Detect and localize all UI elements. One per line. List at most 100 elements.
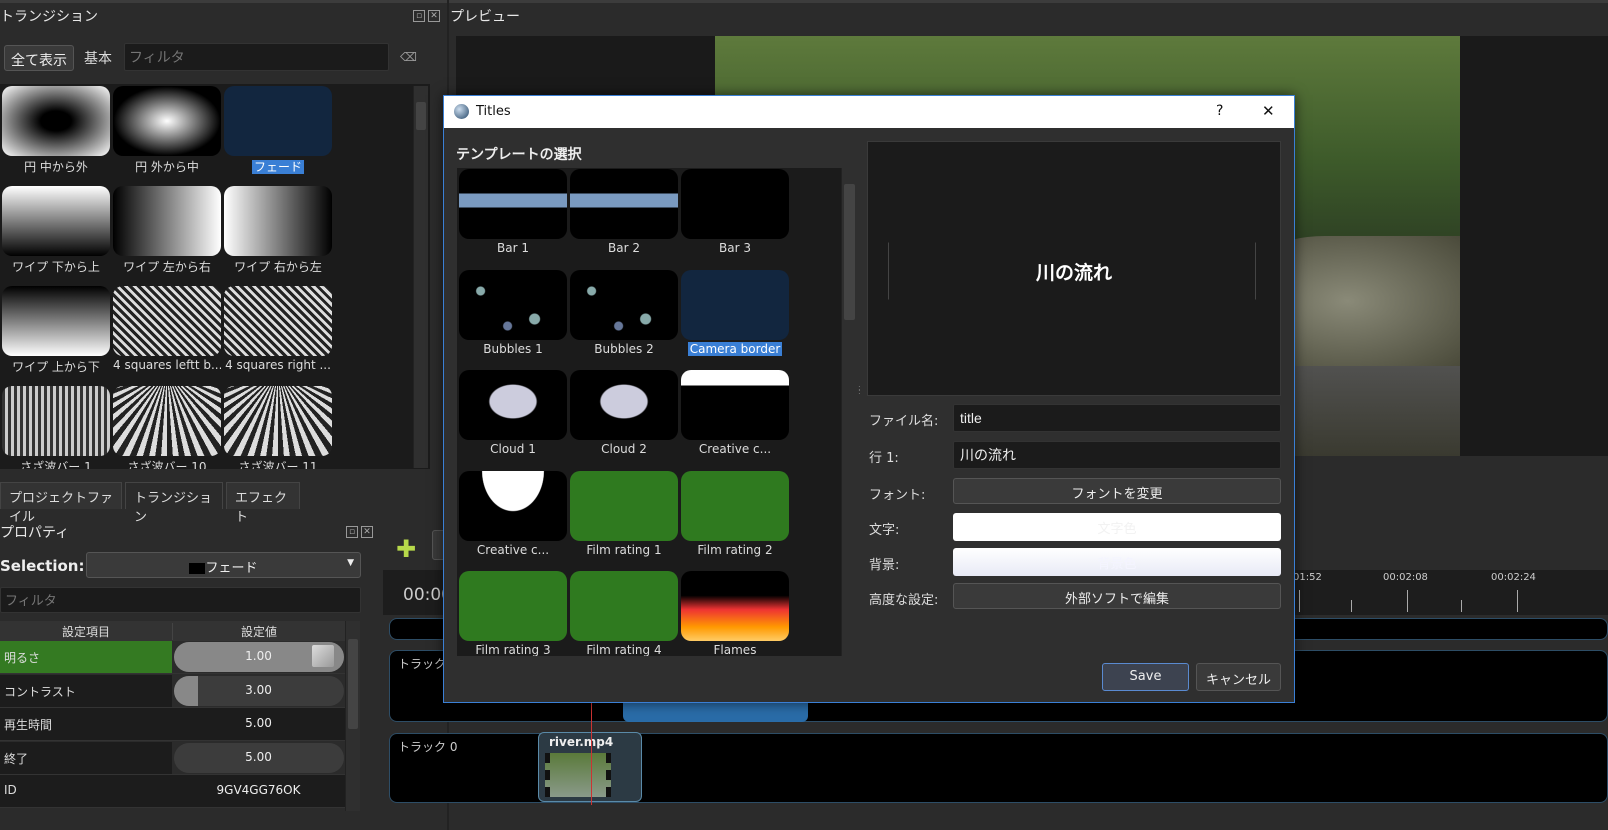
clear-filter-icon[interactable]: ⌫	[400, 50, 417, 64]
show-all-button[interactable]: 全て表示	[4, 45, 74, 71]
property-row[interactable]: コントラスト 3.00	[0, 674, 345, 708]
property-value: 5.00	[245, 749, 272, 764]
transition-thumbnail[interactable]	[113, 86, 221, 156]
transition-label[interactable]: ワイプ 下から上	[2, 258, 110, 275]
template-label[interactable]: Camera border	[681, 341, 789, 356]
change-font-button[interactable]: フォントを変更	[953, 478, 1281, 504]
transition-label[interactable]: さざ波バー 10	[113, 458, 221, 469]
transitions-filter-input[interactable]	[124, 43, 389, 71]
transition-thumbnail[interactable]	[224, 286, 332, 356]
text-color-button[interactable]: 文字色	[953, 513, 1281, 541]
transition-thumbnail[interactable]	[2, 286, 110, 356]
template-scrollbar[interactable]	[841, 168, 857, 656]
property-row[interactable]: 再生時間 5.00	[0, 708, 345, 741]
template-thumbnail[interactable]	[681, 571, 789, 641]
property-row[interactable]: ID 9GV4GG76OK	[0, 775, 345, 808]
template-label[interactable]: Bar 2	[570, 241, 678, 255]
transition-thumbnail[interactable]	[113, 286, 221, 356]
template-label[interactable]: Film rating 3	[459, 643, 567, 656]
keyframe-curve-icon[interactable]	[312, 645, 334, 667]
close-icon[interactable]: ✕	[428, 10, 440, 22]
cancel-button[interactable]: キャンセル	[1196, 663, 1281, 691]
transition-label[interactable]: ワイプ 左から右	[113, 258, 221, 275]
template-thumbnail[interactable]	[459, 470, 567, 541]
transition-thumbnail[interactable]	[224, 186, 332, 256]
template-thumbnail[interactable]	[459, 169, 567, 239]
transition-label[interactable]: フェード	[224, 158, 332, 175]
properties-filter-input[interactable]	[0, 587, 361, 613]
preview-title-text: 川の流れ	[1035, 262, 1112, 284]
dialog-title: Titles	[476, 104, 511, 119]
add-track-icon[interactable]: ✚	[396, 535, 416, 563]
line1-input[interactable]	[953, 441, 1281, 469]
property-row[interactable]: 終了 5.00	[0, 741, 345, 775]
tab-0[interactable]: プロジェクトファイル	[0, 482, 122, 525]
template-thumbnail[interactable]	[681, 169, 789, 239]
playhead[interactable]	[591, 695, 592, 805]
template-grid: Bar 1 Bar 2 Bar 3 Bubbles 1 Bubbles 2 Camera …	[457, 168, 842, 656]
float-icon[interactable]: ▫	[413, 10, 425, 22]
panel-dock-buttons[interactable]: ▫ ✕	[410, 7, 440, 22]
template-thumbnail[interactable]	[570, 470, 678, 541]
template-label[interactable]: Flames	[681, 643, 789, 656]
template-label[interactable]: Creative c...	[459, 543, 567, 557]
transition-thumbnail[interactable]	[113, 186, 221, 256]
chevron-down-icon: ▼	[347, 558, 354, 568]
close-button[interactable]: ✕	[1262, 102, 1275, 120]
selection-dropdown[interactable]: フェード ▼	[86, 552, 361, 578]
template-label[interactable]: Cloud 2	[570, 442, 678, 456]
transition-label[interactable]: 4 squares right ...	[224, 358, 332, 372]
tab-2[interactable]: エフェクト	[226, 482, 300, 525]
template-label[interactable]: Bubbles 2	[570, 342, 678, 356]
transition-label[interactable]: 円 外から中	[113, 158, 221, 175]
template-thumbnail[interactable]	[681, 370, 789, 440]
template-thumbnail[interactable]	[570, 169, 678, 239]
transition-label[interactable]: 4 squares leftt b...	[113, 358, 221, 372]
transition-label[interactable]: ワイプ 右から左	[224, 258, 332, 275]
template-thumbnail[interactable]	[459, 370, 567, 440]
ruler-label: 00:02:08	[1383, 572, 1428, 583]
template-label[interactable]: Bar 3	[681, 241, 789, 255]
template-thumbnail[interactable]	[681, 269, 789, 340]
template-label[interactable]: Film rating 1	[570, 543, 678, 557]
template-label[interactable]: Cloud 1	[459, 442, 567, 456]
template-label[interactable]: Film rating 2	[681, 543, 789, 557]
template-label[interactable]: Film rating 4	[570, 643, 678, 656]
template-thumbnail[interactable]	[681, 470, 789, 541]
transition-label[interactable]: 円 中から外	[2, 158, 110, 175]
transition-label[interactable]: ワイプ 上から下	[2, 358, 110, 375]
video-clip[interactable]: river.mp4	[538, 732, 642, 802]
save-button[interactable]: Save	[1102, 663, 1189, 691]
properties-scrollbar[interactable]	[345, 621, 360, 811]
property-row[interactable]: 明るさ 1.00	[0, 641, 345, 674]
filename-input[interactable]	[953, 404, 1281, 432]
close-icon[interactable]: ✕	[361, 526, 373, 538]
transition-thumbnail[interactable]	[224, 86, 332, 156]
template-thumbnail[interactable]	[459, 269, 567, 340]
edit-externally-button[interactable]: 外部ソフトで編集	[953, 583, 1281, 609]
template-thumbnail[interactable]	[570, 269, 678, 340]
tab-1[interactable]: トランジション	[125, 482, 223, 525]
transition-thumbnail[interactable]	[224, 386, 332, 456]
transition-label[interactable]: さざ波バー 1	[2, 458, 110, 469]
help-button[interactable]: ?	[1216, 103, 1223, 119]
template-thumbnail[interactable]	[570, 370, 678, 440]
background-color-button[interactable]: 背景色	[953, 548, 1281, 576]
transition-thumbnail[interactable]	[2, 186, 110, 256]
basic-filter-button[interactable]: 基本	[84, 48, 112, 68]
transitions-scrollbar[interactable]	[413, 86, 428, 468]
transition-thumbnail[interactable]	[2, 386, 110, 456]
transition-label[interactable]: さざ波バー 11	[224, 458, 332, 469]
track-0[interactable]: トラック 0 river.mp4	[389, 732, 1608, 803]
template-thumbnail[interactable]	[570, 571, 678, 641]
transition-thumbnail[interactable]	[2, 86, 110, 156]
template-label[interactable]: Bubbles 1	[459, 342, 567, 356]
splitter-handle[interactable]: ::	[858, 384, 861, 396]
template-label[interactable]: Creative c...	[681, 442, 789, 456]
float-icon[interactable]: ▫	[346, 526, 358, 538]
template-thumbnail[interactable]	[459, 571, 567, 641]
transition-thumbnail[interactable]	[113, 386, 221, 456]
template-label[interactable]: Bar 1	[459, 241, 567, 255]
transition-label-text: ワイプ 左から右	[123, 260, 211, 274]
transition-label-text: 円 中から外	[24, 160, 88, 174]
